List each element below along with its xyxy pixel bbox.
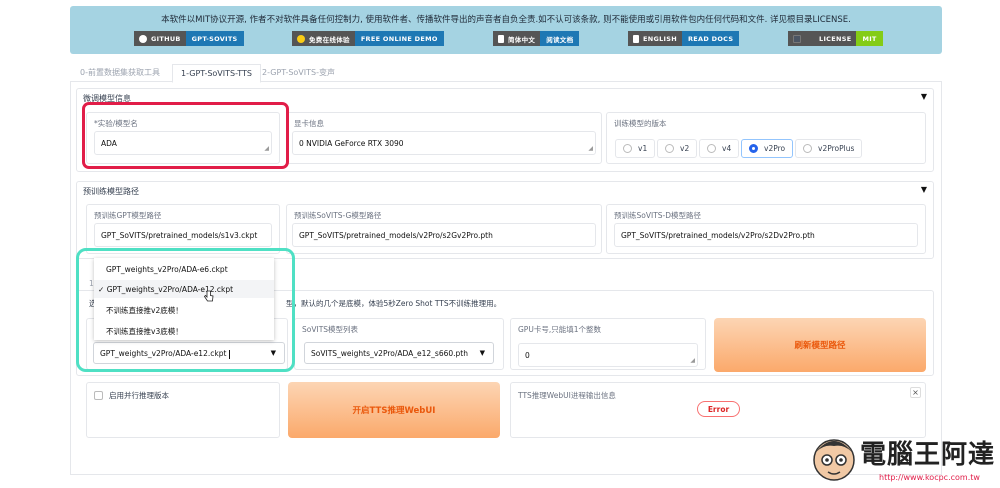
badge-left-label: GITHUB [151, 34, 181, 43]
watermark-text: 電腦王阿達 [860, 440, 996, 470]
github-badge[interactable]: GITHUB GPT-SOVITS [134, 31, 244, 46]
tab-gpt-sovits-tts[interactable]: 1-GPT-SoVITS-TTS [172, 64, 261, 83]
input-value: 0 [525, 351, 530, 360]
field-label: SoVITS模型列表 [302, 325, 359, 334]
select-value: SoVITS_weights_v2Pro/ADA_e12_s660.pth [311, 349, 468, 358]
collapse-caret-icon[interactable]: ▼ [921, 92, 927, 101]
pretrained-sovits-g-input[interactable]: GPT_SoVITS/pretrained_models/v2Pro/s2Gv2… [292, 223, 596, 247]
doc-icon [498, 34, 504, 43]
output-label: TTS推理WebUI进程输出信息 [518, 391, 616, 400]
main-tabs: 0-前置数据集获取工具 1-GPT-SoVITS-TTS 2-GPT-SoVIT… [70, 64, 942, 83]
radio-dot [707, 144, 716, 153]
experiment-name-highlight [82, 102, 289, 169]
pretrained-sovits-g-field: 预训练SoVITS-G模型路径 GPT_SoVITS/pretrained_mo… [286, 204, 602, 254]
radio-dot [623, 144, 632, 153]
radio-label: v2ProPlus [818, 144, 855, 153]
resize-grip-icon[interactable]: ◢ [690, 357, 695, 364]
input-value: 0 NVIDIA GeForce RTX 3090 [299, 139, 404, 148]
parallel-inference-box: 启用并行推理版本 [86, 382, 280, 438]
version-radio-v2[interactable]: v2 [657, 139, 698, 158]
badge-right-label: 阅读文档 [540, 31, 580, 46]
field-label: 预训练SoVITS-D模型路径 [614, 211, 702, 220]
tab-dataset-tools[interactable]: 0-前置数据集获取工具 [80, 67, 160, 78]
badge-left-label: ENGLISH [643, 34, 677, 43]
online-demo-badge[interactable]: 免费在线体验 FREE ONLINE DEMO [292, 31, 444, 46]
license-notice: 本软件以MIT协议开源, 作者不对软件具备任何控制力, 使用软件者、传播软件导出… [161, 15, 851, 25]
version-radio-v1[interactable]: v1 [615, 139, 656, 158]
badge-left-label: 免费在线体验 [309, 35, 350, 44]
pretrained-sovits-d-field: 预训练SoVITS-D模型路径 GPT_SoVITS/pretrained_mo… [606, 204, 926, 254]
gpt-model-highlight [76, 248, 295, 372]
doc-icon [633, 34, 639, 43]
badge-right-label: READ DOCS [682, 31, 740, 46]
hugging-face-icon [297, 34, 305, 43]
gpu-number-field: GPU卡号,只能填1个整数 0 ◢ [510, 318, 706, 370]
github-icon [139, 34, 147, 43]
badge-left-label: 简体中文 [508, 35, 536, 44]
parallel-checkbox[interactable] [94, 391, 103, 400]
open-tts-webui-button[interactable]: 开启TTS推理WebUI [288, 382, 500, 438]
radio-label: v4 [722, 144, 732, 153]
sovits-model-select[interactable]: SoVITS_weights_v2Pro/ADA_e12_s660.pth ▼ [304, 342, 494, 364]
pretrained-gpt-field: 预训练GPT模型路径 GPT_SoVITS/pretrained_models/… [86, 204, 280, 254]
parallel-label: 启用并行推理版本 [109, 391, 169, 400]
radio-dot [665, 144, 674, 153]
english-docs-badge[interactable]: ENGLISH READ DOCS [628, 31, 740, 46]
field-label: 预训练GPT模型路径 [94, 211, 162, 220]
badge-right-label: FREE ONLINE DEMO [354, 31, 444, 46]
error-badge: Error [697, 401, 740, 417]
field-label: 训练模型的版本 [614, 119, 667, 128]
gpu-info-input[interactable]: 0 NVIDIA GeForce RTX 3090 ◢ [292, 131, 596, 155]
license-icon [793, 34, 801, 43]
resize-grip-icon[interactable]: ◢ [588, 145, 593, 152]
watermark-url: http://www.kocpc.com.tw [879, 473, 980, 482]
model-version-field: 训练模型的版本 v1 v2 v4 v2Pro v2ProPlus [606, 112, 926, 164]
collapse-caret-icon[interactable]: ▼ [921, 185, 927, 194]
badge-right-label: MIT [856, 31, 883, 46]
dropdown-arrow-icon: ▼ [479, 349, 485, 357]
radio-dot [803, 144, 812, 153]
radio-label: v1 [638, 144, 648, 153]
radio-label: v2Pro [764, 144, 786, 153]
pretrained-sovits-d-input[interactable]: GPT_SoVITS/pretrained_models/v2Pro/s2Dv2… [614, 223, 918, 247]
field-label: 显卡信息 [294, 119, 324, 128]
license-banner: 本软件以MIT协议开源, 作者不对软件具备任何控制力, 使用软件者、传播软件导出… [70, 6, 942, 54]
badge-left-label: LICENSE [819, 34, 852, 43]
badge-right-label: GPT-SOVITS [185, 31, 244, 46]
field-label: 预训练SoVITS-G模型路径 [294, 211, 382, 220]
badge-row: GITHUB GPT-SOVITS 免费在线体验 FREE ONLINE DEM… [70, 31, 942, 46]
close-icon[interactable]: × [910, 387, 921, 398]
version-radio-v2proplus[interactable]: v2ProPlus [795, 139, 863, 158]
chinese-docs-badge[interactable]: 简体中文 阅读文档 [493, 31, 580, 46]
field-label: GPU卡号,只能填1个整数 [518, 325, 601, 334]
refresh-models-button[interactable]: 刷新模型路径 [714, 318, 926, 372]
radio-dot [749, 144, 758, 153]
version-radio-v2pro[interactable]: v2Pro [741, 139, 794, 158]
input-value: GPT_SoVITS/pretrained_models/v2Pro/s2Dv2… [621, 231, 815, 240]
input-value: GPT_SoVITS/pretrained_models/v2Pro/s2Gv2… [299, 231, 493, 240]
radio-label: v2 [680, 144, 690, 153]
tab-voice-changer[interactable]: 2-GPT-SoVITS-变声 [262, 67, 335, 78]
mascot-logo-icon [813, 439, 855, 481]
license-badge[interactable]: LICENSE MIT [788, 31, 883, 46]
version-radio-v4[interactable]: v4 [699, 139, 740, 158]
watermark: 電腦王阿達 http://www.kocpc.com.tw [805, 430, 1000, 488]
gpu-info-field: 显卡信息 0 NVIDIA GeForce RTX 3090 ◢ [286, 112, 602, 164]
gpu-number-input[interactable]: 0 ◢ [518, 343, 698, 367]
inference-hint: 型，默认的几个是底模，体验5秒Zero Shot TTS不训练推理用。 [286, 299, 502, 308]
input-value: GPT_SoVITS/pretrained_models/s1v3.ckpt [101, 231, 258, 240]
pretrained-gpt-input[interactable]: GPT_SoVITS/pretrained_models/s1v3.ckpt [94, 223, 272, 247]
group-title: 预训练模型路径 [83, 187, 139, 196]
